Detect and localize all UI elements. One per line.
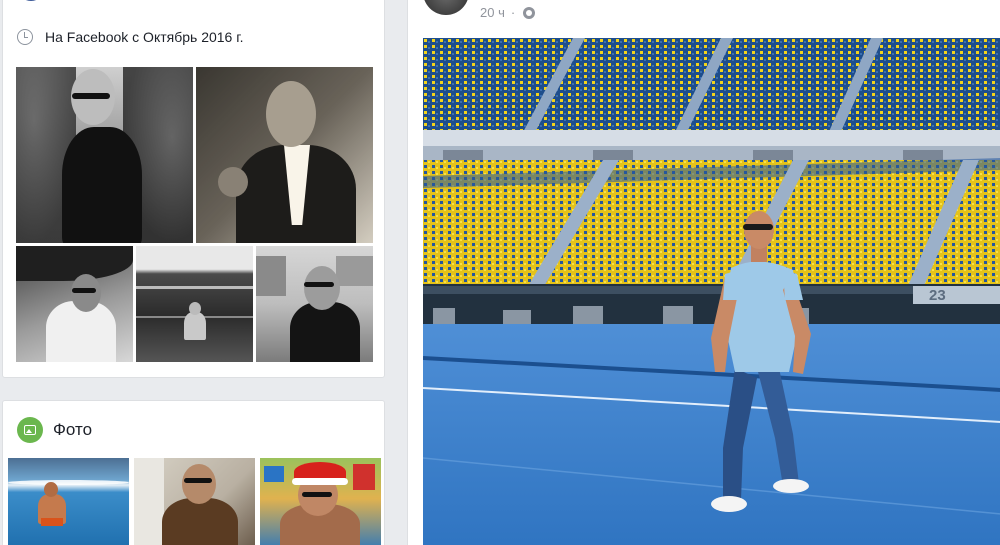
joined-info: На Facebook с Октябрь 2016 г. [17, 29, 244, 45]
photos-icon [17, 417, 43, 443]
post-meta: 20 ч · [480, 5, 536, 20]
photo-thumb-3[interactable] [260, 458, 381, 545]
intro-photo-5[interactable] [256, 246, 373, 362]
meta-separator: · [510, 5, 516, 20]
photos-title: Фото [53, 420, 93, 439]
photo-thumb-1[interactable] [8, 458, 129, 545]
post-author-avatar[interactable] [423, 0, 469, 15]
post-timestamp[interactable]: 20 ч [480, 5, 505, 20]
globe-icon[interactable] [523, 6, 536, 19]
stadium-scene: 23 [423, 38, 1000, 545]
clock-icon [17, 29, 33, 45]
photos-card: Фото [2, 400, 385, 545]
photo-thumb-2[interactable] [134, 458, 255, 545]
photos-header[interactable]: Фото [17, 417, 92, 443]
post-photo-stadium[interactable]: 23 [423, 38, 1000, 545]
intro-photo-3[interactable] [16, 246, 133, 362]
profile-avatar[interactable] [17, 0, 45, 1]
intro-photo-2[interactable] [196, 67, 373, 243]
joined-text: На Facebook с Октябрь 2016 г. [45, 29, 244, 45]
stadium-sign-number: 23 [929, 287, 946, 304]
intro-photo-4[interactable] [136, 246, 253, 362]
intro-photo-1[interactable] [16, 67, 193, 243]
post-card: 20 ч · 23 [407, 0, 1000, 545]
intro-card: На Facebook с Октябрь 2016 г. [2, 0, 385, 378]
